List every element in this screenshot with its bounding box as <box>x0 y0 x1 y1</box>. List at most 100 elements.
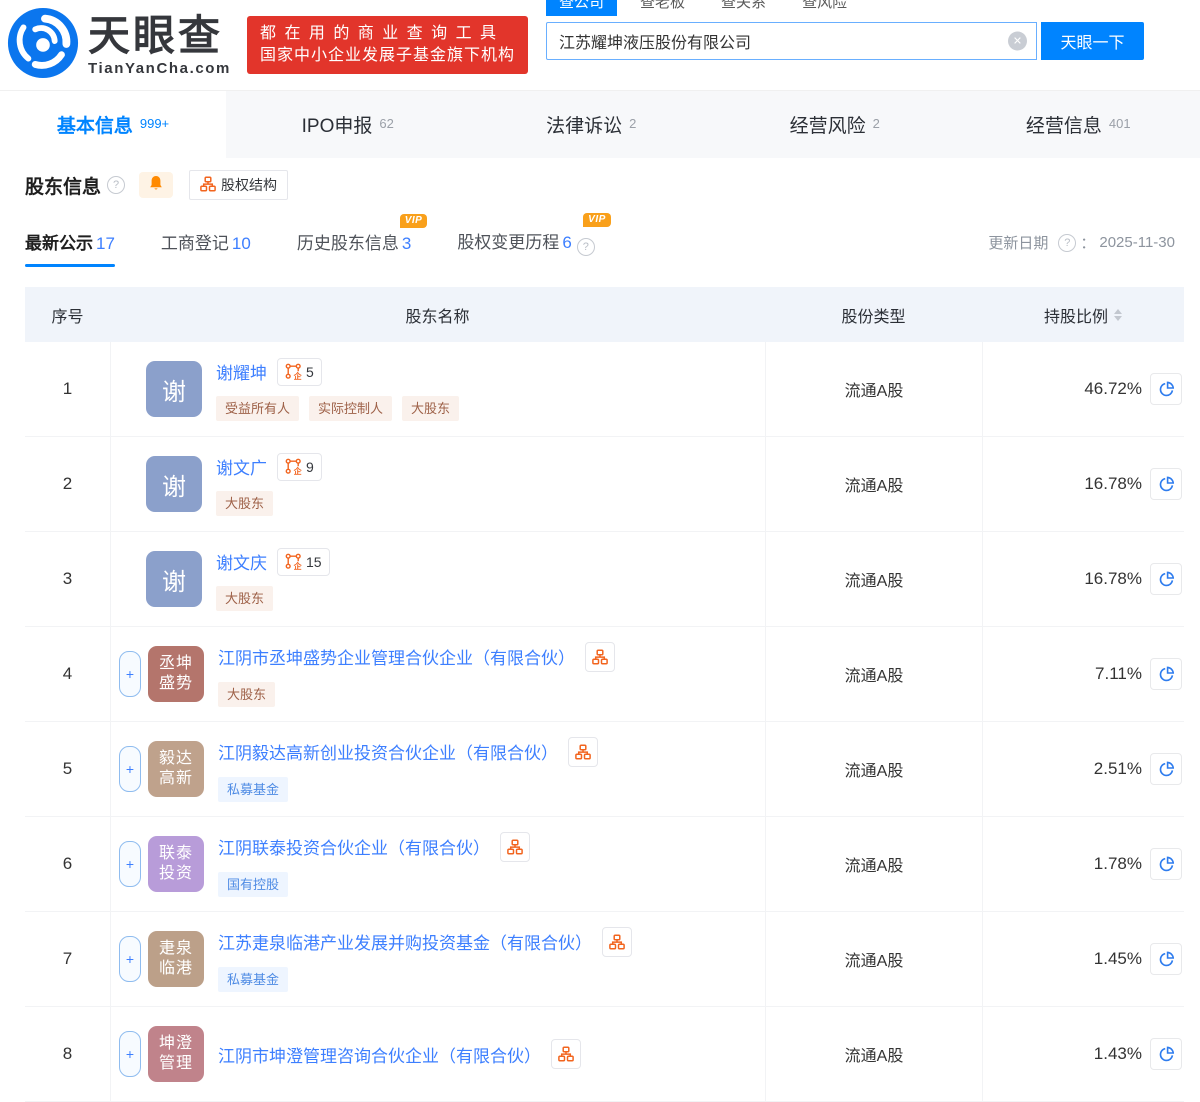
shareholder-name-link[interactable]: 谢耀坤 <box>216 359 267 384</box>
shareholder-tag[interactable]: 私募基金 <box>218 777 288 802</box>
notification-bell-button[interactable] <box>139 172 173 198</box>
shareholder-tag[interactable]: 大股东 <box>218 682 275 707</box>
row-index: 7 <box>25 949 110 969</box>
clear-input-icon[interactable]: ✕ <box>1008 32 1027 51</box>
shareholder-cell: +联泰投资江阴联泰投资合伙企业（有限合伙） 国有控股 <box>110 817 765 911</box>
shareholder-table: 序号 股东名称 股份类型 持股比例 1谢谢耀坤企5受益所有人实际控制人大股东流通… <box>25 287 1184 1102</box>
holding-ratio-chart-button[interactable] <box>1150 943 1182 975</box>
shareholder-tag[interactable]: 受益所有人 <box>216 396 299 421</box>
nav-tab-label: 基本信息 <box>57 111 133 138</box>
holding-ratio-chart-button[interactable] <box>1150 373 1182 405</box>
search-type-tab[interactable]: 查公司 <box>546 0 617 16</box>
sub-tab-历史股东信息[interactable]: 历史股东信息3VIP <box>297 229 411 267</box>
relation-count-badge[interactable]: 企15 <box>277 548 330 576</box>
equity-structure-icon <box>609 934 625 950</box>
shareholder-name-link[interactable]: 江阴市坤澄管理咨询合伙企业（有限合伙） <box>218 1042 541 1067</box>
share-type-value: 流通A股 <box>845 472 904 496</box>
equity-structure-icon-button[interactable] <box>500 832 530 862</box>
row-index: 8 <box>25 1044 110 1064</box>
expand-button[interactable]: + <box>119 746 141 792</box>
row-index: 1 <box>25 379 110 399</box>
shareholder-name-link[interactable]: 江阴市丞坤盛势企业管理合伙企业（有限合伙） <box>218 644 575 669</box>
relation-count-badge[interactable]: 企9 <box>277 453 322 481</box>
nav-tab-IPO申报[interactable]: IPO申报62 <box>226 91 470 158</box>
pie-chart-icon <box>1158 571 1175 588</box>
equity-structure-icon-button[interactable] <box>568 737 598 767</box>
help-icon[interactable]: ? <box>1058 234 1076 252</box>
avatar: 联泰投资 <box>148 836 204 892</box>
nav-tab-经营风险[interactable]: 经营风险2 <box>713 91 957 158</box>
shareholder-name-link[interactable]: 谢文广 <box>216 454 267 479</box>
relation-count-badge[interactable]: 企5 <box>277 358 322 386</box>
equity-structure-icon-button[interactable] <box>551 1039 581 1069</box>
shareholder-info: 江阴市丞坤盛势企业管理合伙企业（有限合伙） 大股东 <box>218 642 615 707</box>
shareholder-cell: +疌泉临港江苏疌泉临港产业发展并购投资基金（有限合伙）私募基金 <box>110 912 765 1006</box>
name-row: 江阴毅达高新创业投资合伙企业（有限合伙） <box>218 737 598 767</box>
holding-ratio-chart-button[interactable] <box>1150 468 1182 500</box>
search-type-tab[interactable]: 查老板 <box>627 0 698 16</box>
search-type-tab[interactable]: 查风险 <box>789 0 860 16</box>
shareholder-tag[interactable]: 大股东 <box>402 396 459 421</box>
search-button[interactable]: 天眼一下 <box>1041 22 1144 60</box>
share-type-value: 流通A股 <box>845 377 904 401</box>
relation-count: 5 <box>306 364 314 380</box>
expand-button[interactable]: + <box>119 936 141 982</box>
sub-tab-label: 股权变更历程 <box>457 233 559 252</box>
sub-tab-最新公示[interactable]: 最新公示17 <box>25 229 115 267</box>
avatar-line: 毅达 <box>159 749 193 769</box>
shareholder-tag[interactable]: 实际控制人 <box>309 396 392 421</box>
pie-chart-icon <box>1158 1046 1175 1063</box>
holding-ratio-chart-button[interactable] <box>1150 848 1182 880</box>
help-icon[interactable]: ? <box>577 238 595 256</box>
share-type-cell: 流通A股 <box>765 1007 982 1101</box>
nav-tab-经营信息[interactable]: 经营信息401 <box>957 91 1200 158</box>
sub-tab-股权变更历程[interactable]: 股权变更历程6VIP? <box>457 228 594 267</box>
relation-count: 9 <box>306 459 314 475</box>
shareholder-name-link[interactable]: 江苏疌泉临港产业发展并购投资基金（有限合伙） <box>218 929 592 954</box>
shareholder-tag[interactable]: 大股东 <box>216 586 273 611</box>
search-input[interactable] <box>546 22 1037 60</box>
pie-chart-icon <box>1158 951 1175 968</box>
shareholder-name-link[interactable]: 江阴联泰投资合伙企业（有限合伙） <box>218 834 490 859</box>
holding-ratio-chart-button[interactable] <box>1150 658 1182 690</box>
avatar: 谢 <box>146 551 202 607</box>
promo-banner: 都 在 用 的 商 业 查 询 工 具 国家中小企业发展子基金旗下机构 <box>247 16 528 74</box>
share-type-cell: 流通A股 <box>765 342 982 436</box>
holding-ratio-value: 7.11% <box>1095 664 1142 684</box>
equity-structure-icon-button[interactable] <box>585 642 615 672</box>
nav-tab-count: 2 <box>873 116 880 131</box>
nav-tab-法律诉讼[interactable]: 法律诉讼2 <box>470 91 714 158</box>
name-row: 谢耀坤企5 <box>216 358 459 386</box>
holding-ratio-chart-button[interactable] <box>1150 1038 1182 1070</box>
nav-tab-count: 401 <box>1109 116 1131 131</box>
sub-tab-工商登记[interactable]: 工商登记10 <box>161 229 251 267</box>
equity-structure-icon-button[interactable] <box>602 927 632 957</box>
search-type-tab[interactable]: 查关系 <box>708 0 779 16</box>
share-type-cell: 流通A股 <box>765 722 982 816</box>
expand-button[interactable]: + <box>119 1031 141 1077</box>
promo-line-1: 都 在 用 的 商 业 查 询 工 具 <box>260 23 515 45</box>
shareholder-name-link[interactable]: 谢文庆 <box>216 549 267 574</box>
shareholder-section-header: 股东信息 ? 股权结构 <box>0 168 1200 202</box>
holding-ratio-chart-button[interactable] <box>1150 563 1182 595</box>
sub-tab-label: 工商登记 <box>161 234 229 253</box>
shareholder-name-link[interactable]: 江阴毅达高新创业投资合伙企业（有限合伙） <box>218 739 558 764</box>
expand-button[interactable]: + <box>119 651 141 697</box>
tianyancha-logo[interactable]: 天眼查 TianYanCha.com <box>6 6 231 85</box>
table-row: 1谢谢耀坤企5受益所有人实际控制人大股东流通A股46.72% <box>25 342 1184 437</box>
shareholder-tag[interactable]: 大股东 <box>216 491 273 516</box>
shareholder-tag[interactable]: 私募基金 <box>218 967 288 992</box>
nav-tab-基本信息[interactable]: 基本信息999+ <box>0 91 226 158</box>
help-icon[interactable]: ? <box>107 176 125 194</box>
update-date-separator: ： <box>1080 232 1095 253</box>
shareholder-tag[interactable]: 国有控股 <box>218 872 288 897</box>
tags-row: 大股东 <box>216 491 322 516</box>
brand-name: 天眼查 <box>88 14 231 58</box>
avatar-line: 疌泉 <box>159 939 193 959</box>
holding-ratio-chart-button[interactable] <box>1150 753 1182 785</box>
svg-text:企: 企 <box>293 561 302 570</box>
expand-button[interactable]: + <box>119 841 141 887</box>
col-header-share-type: 股份类型 <box>765 303 982 327</box>
equity-structure-button[interactable]: 股权结构 <box>189 170 288 200</box>
sort-control[interactable] <box>1114 309 1122 321</box>
